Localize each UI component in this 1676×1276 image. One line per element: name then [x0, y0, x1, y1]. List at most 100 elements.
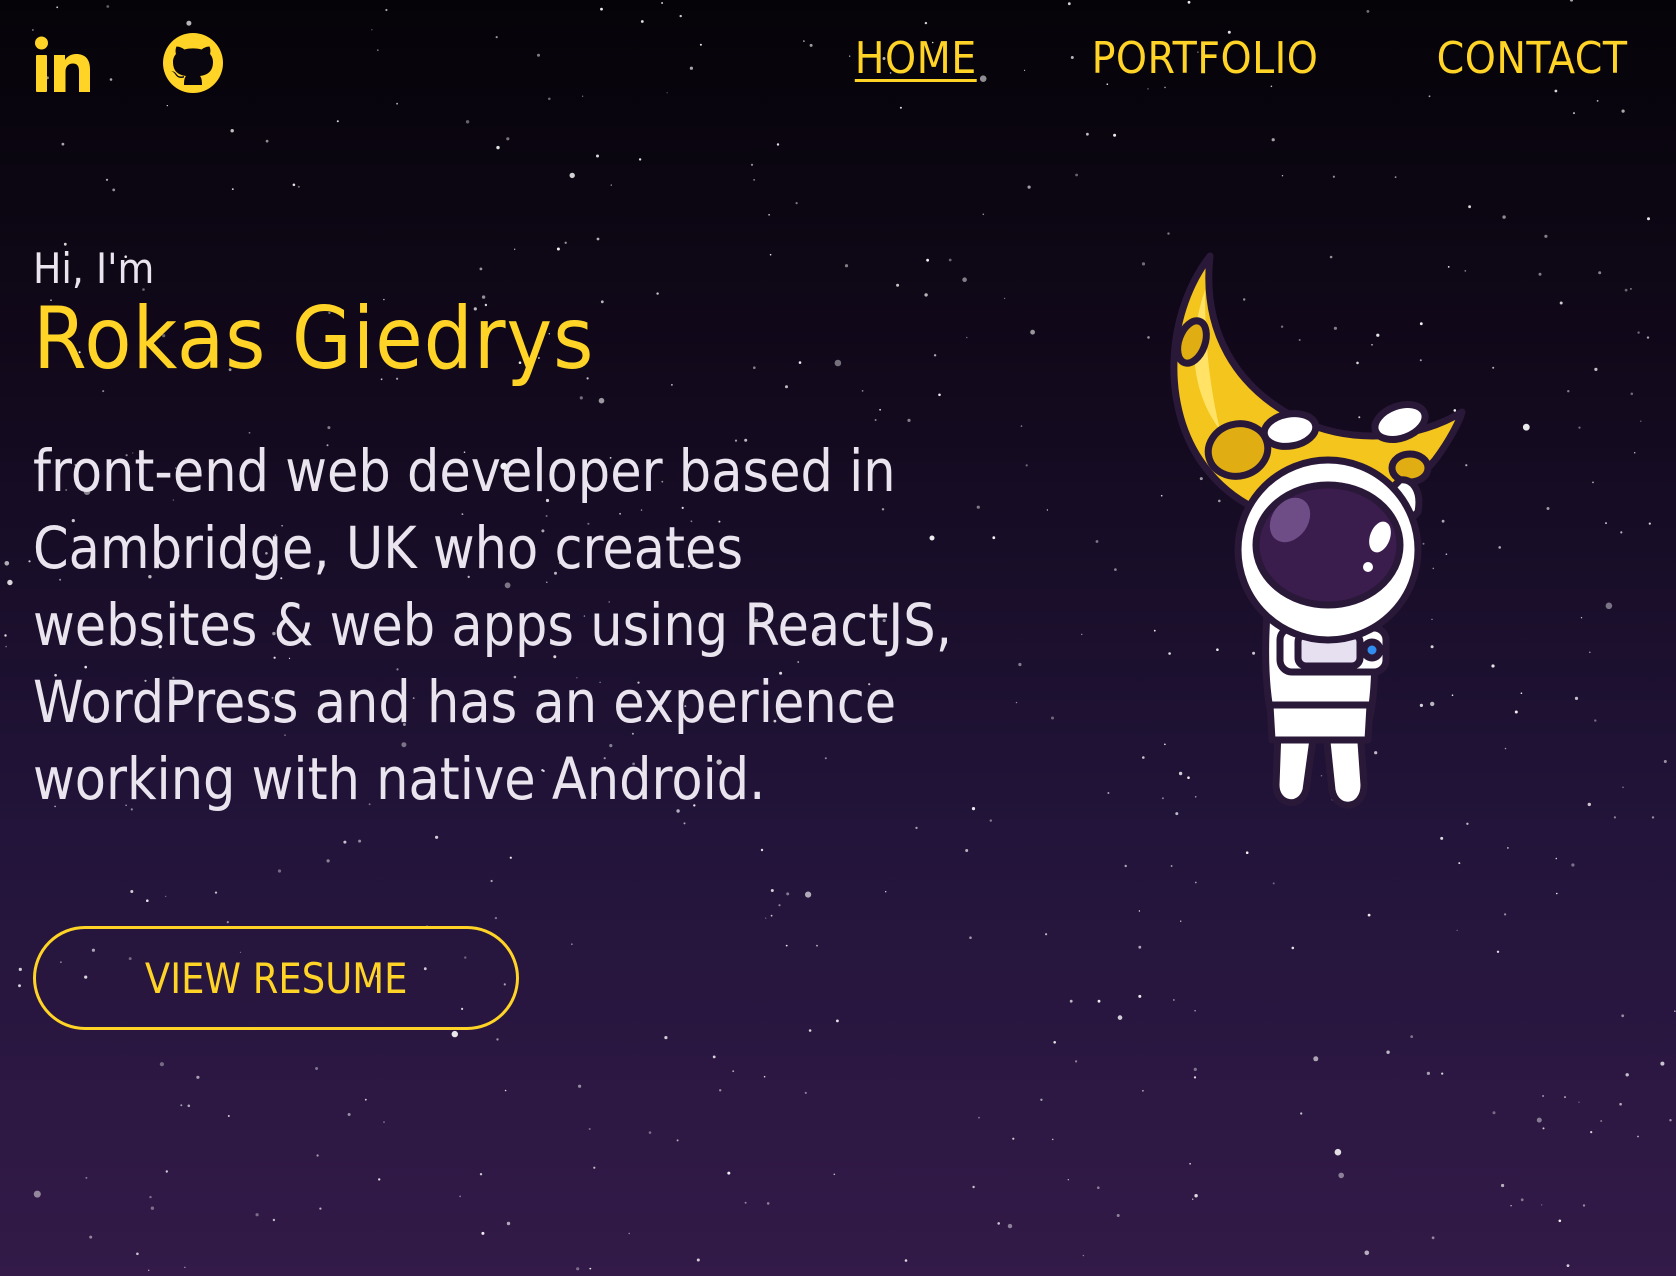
star [136, 1252, 139, 1256]
star [1075, 173, 1078, 177]
star [1192, 1198, 1194, 1200]
star [1426, 1071, 1430, 1075]
star [924, 21, 928, 25]
star [1622, 786, 1624, 788]
star [481, 1231, 485, 1235]
star [537, 53, 540, 57]
star [1621, 109, 1625, 113]
star [1300, 1112, 1303, 1115]
star [628, 1232, 630, 1235]
star [1564, 1096, 1566, 1099]
nav-link-portfolio[interactable]: PORTFOLIO [1091, 30, 1318, 87]
star [712, 1055, 716, 1059]
star [1558, 1219, 1562, 1223]
star [1619, 1102, 1622, 1106]
star [785, 944, 788, 947]
star [610, 184, 612, 186]
star [766, 1202, 770, 1205]
star [1629, 287, 1632, 290]
star [376, 49, 379, 52]
star [1637, 1135, 1639, 1138]
star [255, 1213, 259, 1217]
star [1097, 999, 1101, 1003]
star [1313, 1056, 1319, 1062]
star [1660, 1061, 1665, 1066]
star [582, 95, 584, 97]
star [1332, 175, 1335, 178]
star [1640, 420, 1642, 422]
star [1067, 2, 1071, 6]
star [1541, 1204, 1543, 1206]
star [1194, 1010, 1196, 1012]
star [1625, 1073, 1629, 1077]
nav-link-home[interactable]: HOME [855, 30, 977, 87]
view-resume-button[interactable]: VIEW RESUME [33, 926, 519, 1030]
star [1458, 862, 1461, 865]
star [504, 1089, 507, 1092]
github-icon[interactable] [162, 32, 224, 94]
star [109, 78, 113, 81]
star [1189, 1162, 1191, 1165]
star [1086, 132, 1089, 136]
star [336, 120, 339, 123]
star [1555, 857, 1558, 860]
star [795, 202, 798, 205]
linkedin-icon[interactable] [34, 34, 94, 94]
star [833, 1173, 836, 1176]
star [506, 137, 510, 141]
star [1116, 1214, 1120, 1217]
star [7, 579, 13, 586]
star [316, 1154, 319, 1157]
star [1600, 1120, 1603, 1122]
star [1456, 929, 1458, 932]
star [666, 92, 668, 94]
star [1338, 1172, 1344, 1179]
star [32, 29, 34, 31]
star [1067, 1179, 1070, 1181]
star [808, 1029, 812, 1032]
hero-section: Hi, I'm Rokas Giedrys front-end web deve… [33, 244, 1073, 818]
star [1040, 1098, 1043, 1102]
star [1589, 651, 1591, 654]
star [1367, 913, 1371, 917]
star [343, 840, 347, 844]
view-resume-label: VIEW RESUME [144, 953, 408, 1003]
star [106, 5, 110, 8]
star [1613, 816, 1616, 819]
star [804, 1091, 807, 1094]
star [146, 899, 149, 902]
star [1594, 367, 1598, 371]
star [1634, 452, 1636, 454]
star [1138, 994, 1142, 998]
star [1142, 756, 1145, 759]
star [494, 916, 498, 920]
star [105, 178, 109, 181]
star [347, 1113, 351, 1116]
nav-link-contact[interactable]: CONTACT [1436, 30, 1627, 87]
star [187, 1104, 191, 1108]
star [231, 188, 234, 191]
star [732, 1070, 735, 1073]
star [33, 1190, 41, 1198]
star [596, 237, 600, 241]
star [776, 143, 780, 146]
star [768, 214, 770, 216]
star [1117, 1015, 1123, 1020]
star [159, 1062, 164, 1067]
star [1097, 1186, 1100, 1189]
star [451, 1030, 458, 1038]
star [1592, 481, 1594, 484]
star [638, 158, 642, 161]
star [1567, 390, 1570, 393]
star [1492, 1111, 1496, 1115]
hero-greeting: Hi, I'm [33, 244, 155, 293]
star [150, 1206, 155, 1210]
star [385, 8, 388, 12]
star [1271, 138, 1275, 142]
star [915, 826, 918, 830]
star [1170, 865, 1173, 867]
star [972, 1185, 975, 1189]
star [1624, 288, 1628, 292]
star [1069, 999, 1073, 1003]
star [1580, 617, 1583, 619]
